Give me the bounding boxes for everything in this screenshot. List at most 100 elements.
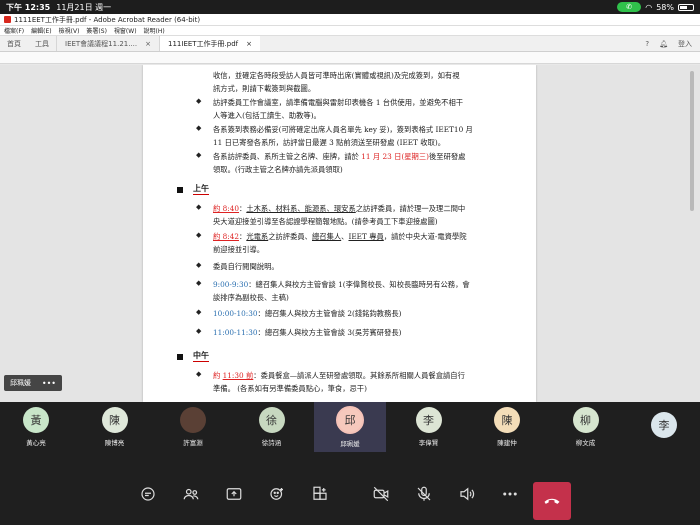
menu-help[interactable]: 說明(H)	[144, 26, 165, 35]
participant-name: 許富淵	[183, 439, 203, 447]
avatar: 李	[651, 412, 677, 438]
chat-icon[interactable]	[136, 482, 160, 506]
participant-tile[interactable]: 李	[628, 402, 700, 452]
text-span: ：總召集人與校方主管會談 2(錢銘鈞教務長)	[257, 309, 402, 318]
participant-name: 徐詩涵	[261, 439, 282, 447]
participant-name: 邱珮媛	[340, 440, 360, 448]
close-icon[interactable]: ×	[246, 40, 252, 48]
time-label: 11:00-11:30	[213, 328, 258, 337]
participant-tile[interactable]: 邱邱珮媛	[314, 402, 386, 452]
close-icon[interactable]: ×	[145, 40, 151, 48]
document-viewport[interactable]: 收信，並確定各時段受訪人員皆可準時出席(實體或視訊)及完成簽到，如有視 訊方式，…	[0, 65, 700, 402]
hangup-button[interactable]	[533, 482, 571, 520]
participant-tile[interactable]: 許富淵	[157, 402, 229, 452]
text-span: 之訪評委員、	[268, 232, 312, 241]
avatar: 黃	[23, 407, 49, 433]
text-span: 各系訪評委員、系所主管之名牌、座牌，請於	[213, 152, 362, 161]
pdf-page: 收信，並確定各時段受訪人員皆可準時出席(實體或視訊)及完成簽到，如有視 訊方式，…	[143, 65, 536, 402]
menu-bar: 檔案(F) 編輯(E) 檢視(V) 簽署(S) 視窗(W) 說明(H)	[0, 26, 700, 36]
participant-tile[interactable]: 陳陳建仲	[471, 402, 543, 452]
title-bar: 1111EET工作手冊.pdf - Adobe Acrobat Reader (…	[0, 14, 700, 26]
battery-percent: 58%	[656, 2, 674, 12]
help-icon[interactable]: ?	[645, 40, 649, 48]
participant-tile[interactable]: 柳柳文成	[550, 402, 622, 452]
diamond-bullet-icon: ◆	[196, 279, 202, 287]
text-span: ：委員餐盒—請派人至研發處領取。其餘系所相關人員餐盒請自行	[253, 371, 465, 380]
participant-tile[interactable]: 陳陳博亮	[79, 402, 151, 452]
date-highlight: 11 月 23 日(星期三)	[361, 152, 429, 161]
text-span: 後至研發處	[428, 152, 466, 161]
text-line: 訪評委員工作會議室，請準備電腦與雷射印表機各 1 台供使用，並避免不相干	[213, 98, 464, 107]
section-marker-icon	[177, 187, 183, 193]
active-call-icon[interactable]: ✆	[617, 2, 642, 12]
participant-name: 陳建仲	[497, 439, 517, 447]
diamond-bullet-icon: ◆	[196, 261, 202, 269]
participant-strip: 黃黃心亮陳陳博亮 許富淵徐徐詩涵邱邱珮媛李李偉賢陳陳建仲柳柳文成李	[0, 402, 700, 452]
share-screen-icon[interactable]	[222, 482, 246, 506]
tab-bar: 首頁 工具 IEET會議議程11.21.... × 111IEET工作手冊.pd…	[0, 36, 700, 52]
menu-edit[interactable]: 編輯(E)	[31, 26, 51, 35]
text-line: 收信，並確定各時段受訪人員皆可準時出席(實體或視訊)及完成簽到，如有視	[213, 71, 460, 80]
section-heading-noon: 中午	[193, 350, 209, 362]
tab-tools[interactable]: 工具	[28, 36, 56, 51]
call-controls	[0, 452, 700, 525]
apps-icon[interactable]	[308, 482, 332, 506]
text-line: 11 日已寄發各系所，訪評當日最遲 3 點前須送至研發處 (IEET 收取)。	[213, 138, 446, 147]
text-span: IEET 專員	[348, 232, 384, 241]
login-link[interactable]: 登入	[678, 39, 692, 49]
more-options-icon[interactable]	[498, 482, 522, 506]
participant-name: 黃心亮	[26, 439, 46, 447]
diamond-bullet-icon: ◆	[196, 308, 202, 316]
notification-icon[interactable]: 🔔︎	[659, 40, 668, 48]
document-tab-label: 111IEET工作手冊.pdf	[168, 39, 239, 48]
menu-window[interactable]: 視窗(W)	[114, 26, 137, 35]
text-line: 9:00-9:30：總召集人與校方主管會談 1(李偉賢校長、知校長臨時另有公務，…	[213, 280, 470, 289]
document-tab-handbook[interactable]: 111IEET工作手冊.pdf ×	[159, 36, 261, 51]
ios-status-bar: 下午 12:35 11月21日 週一 ✆ ◠ 58%	[0, 0, 700, 14]
text-span: ，請於中央大道-電資學院	[383, 232, 467, 241]
reactions-icon[interactable]	[265, 482, 289, 506]
text-line: 委員自行閱聞說明。	[213, 262, 279, 271]
clock: 下午 12:35	[6, 2, 51, 12]
text-span: 約	[213, 371, 223, 380]
text-span: ：總召集人與校方主管會談 3(吳芳賓研發長)	[257, 328, 402, 337]
speaker-icon[interactable]	[455, 482, 479, 506]
menu-view[interactable]: 檢視(V)	[59, 26, 80, 35]
scrollbar[interactable]	[690, 71, 694, 211]
text-span: 之訪評委員，請於理一及理二間中	[355, 204, 466, 213]
diamond-bullet-icon: ◆	[196, 151, 202, 159]
participant-tile[interactable]: 李李偉賢	[393, 402, 465, 452]
profile-photo	[180, 407, 206, 433]
participant-tile[interactable]: 黃黃心亮	[0, 402, 72, 452]
people-icon[interactable]	[179, 482, 203, 506]
participant-tile[interactable]: 徐徐詩涵	[236, 402, 308, 452]
camera-off-icon[interactable]	[369, 482, 393, 506]
avatar: 柳	[572, 407, 599, 433]
text-line: 約 11:30 前：委員餐盒—請派人至研發處領取。其餘系所相關人員餐盒請自行	[213, 371, 465, 380]
menu-sign[interactable]: 簽署(S)	[86, 26, 107, 35]
text-line: 前迎接並引導。	[213, 245, 265, 254]
toolbar	[0, 52, 700, 64]
diamond-bullet-icon: ◆	[196, 124, 202, 132]
tab-home[interactable]: 首頁	[0, 36, 28, 51]
document-tab-agenda[interactable]: IEET會議議程11.21.... ×	[56, 36, 159, 51]
section-marker-icon	[177, 354, 183, 360]
department-list: 土木系、材料系、能源系、環安系	[246, 204, 356, 213]
acrobat-window: 1111EET工作手冊.pdf - Adobe Acrobat Reader (…	[0, 14, 700, 402]
text-span: ：總召集人與校方主管會談 1(李偉賢校長、知校長臨時另有公務，會	[248, 280, 470, 289]
participant-name: 陳博亮	[104, 439, 125, 447]
department-list: 光電系	[246, 232, 269, 241]
text-line: 談排序為副校長、主稿)	[213, 293, 289, 302]
text-line: 約 8:42：光電系之訪評委員、總召集人、IEET 專員，請於中央大道-電資學院	[213, 232, 467, 241]
diamond-bullet-icon: ◆	[196, 370, 202, 378]
text-line: 各系訪評委員、系所主管之名牌、座牌，請於 11 月 23 日(星期三)後至研發處	[213, 152, 465, 161]
wifi-icon: ◠	[645, 2, 653, 12]
text-line: 10:00-10:30：總召集人與校方主管會談 2(錢銘鈞教務長)	[213, 309, 402, 318]
mic-off-icon[interactable]	[412, 482, 436, 506]
menu-file[interactable]: 檔案(F)	[4, 26, 24, 35]
text-line: 央大道迎接並引導至各認證學程簡報地點。(請參考員工下車迎接處圖)	[213, 217, 438, 226]
more-icon[interactable]: •••	[42, 379, 56, 388]
avatar: 邱	[336, 406, 364, 434]
diamond-bullet-icon: ◆	[196, 231, 202, 239]
time-label: 約 8:42	[213, 232, 240, 241]
